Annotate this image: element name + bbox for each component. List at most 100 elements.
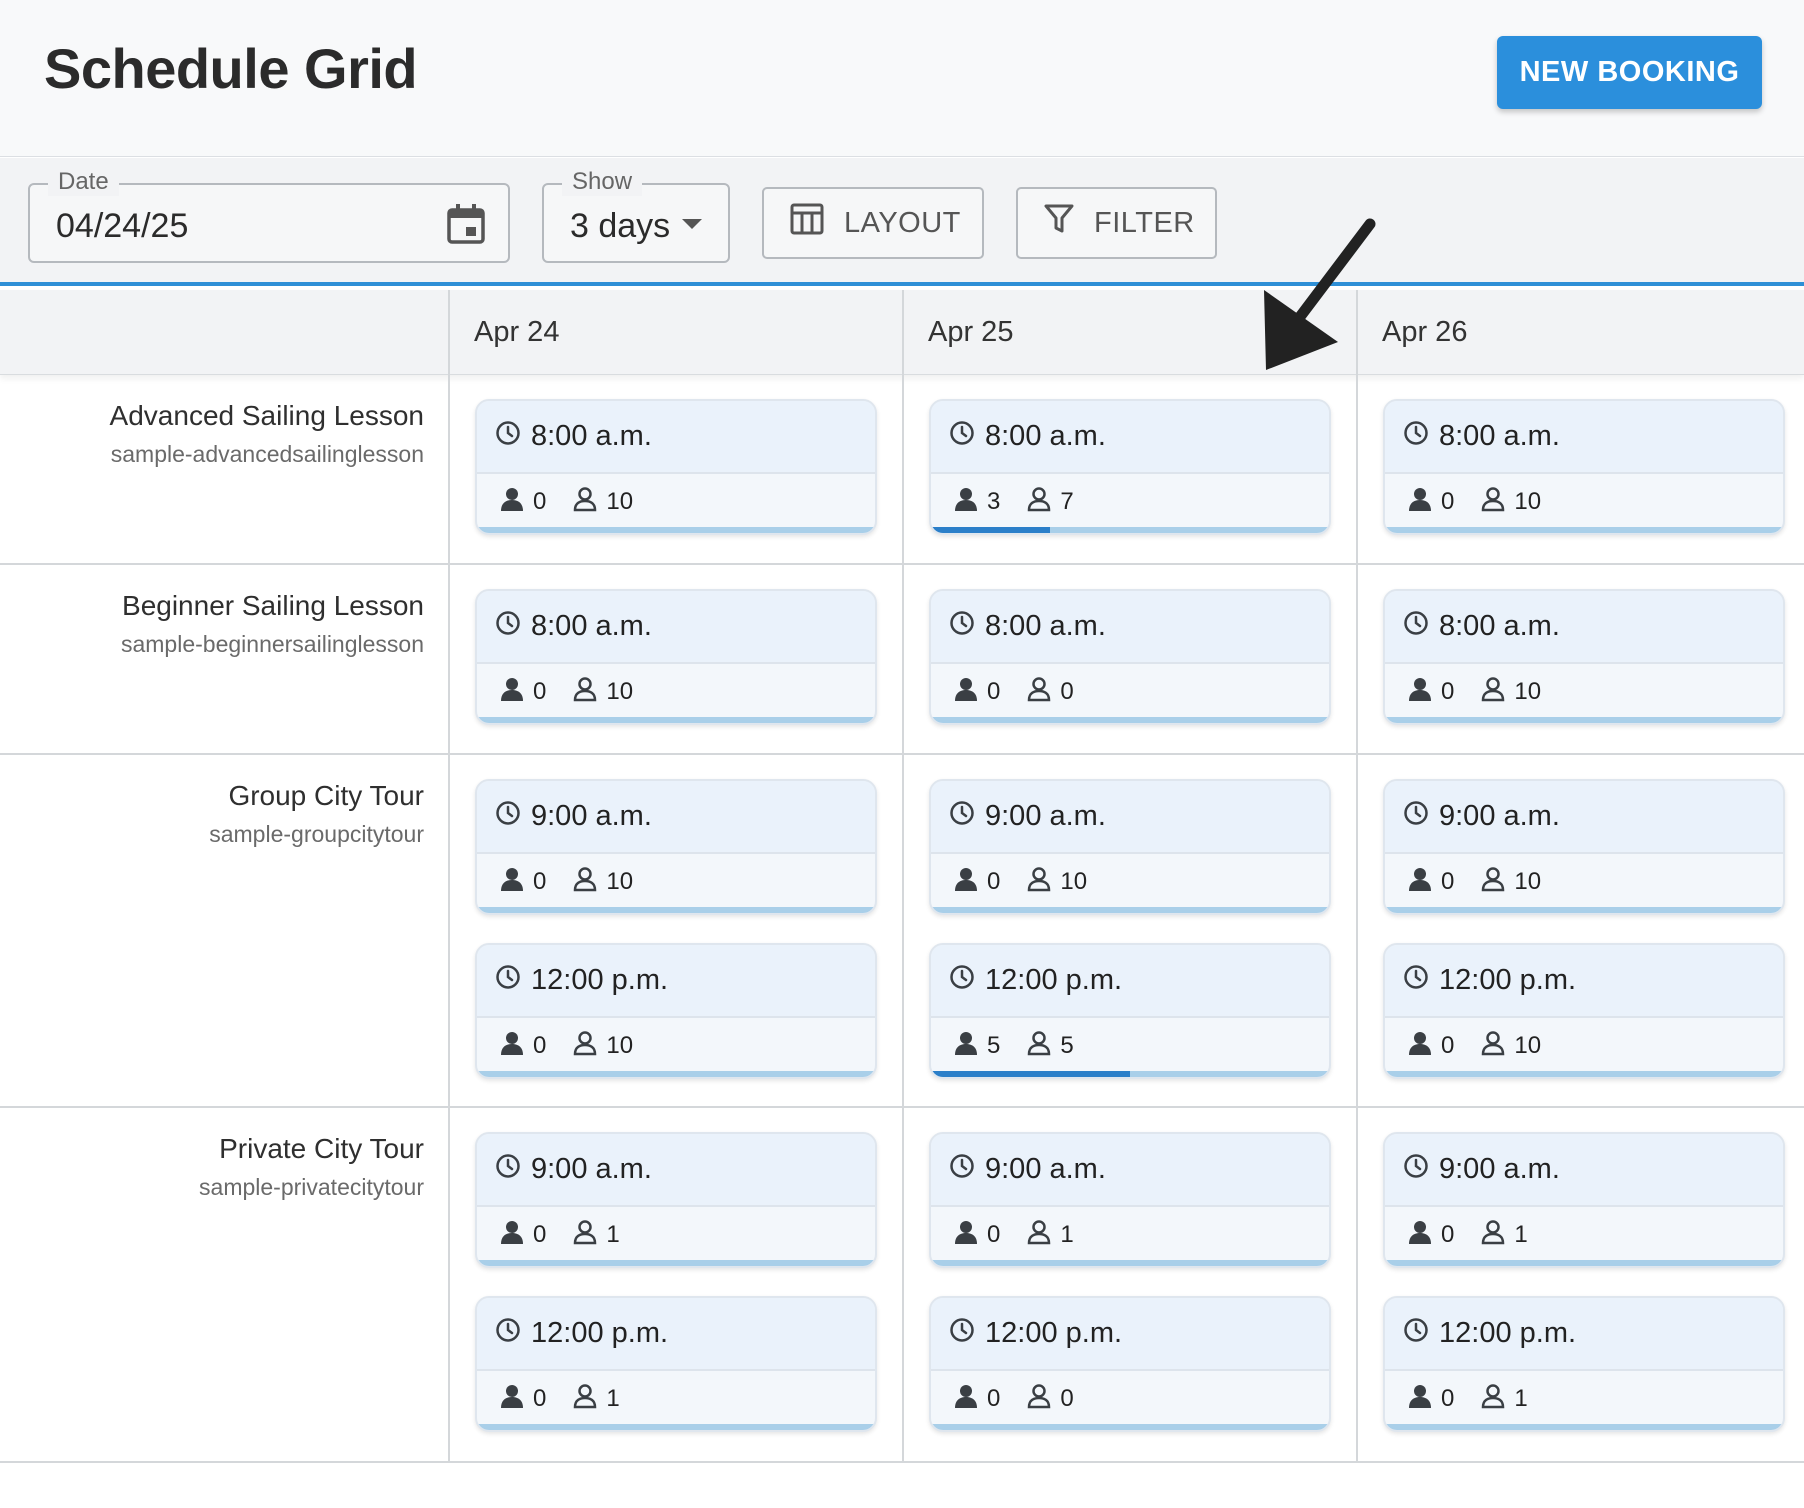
slot-time: 8:00 a.m. [1439, 420, 1560, 452]
slot-card[interactable]: 9:00 a.m. 0 1 [1383, 1132, 1785, 1268]
booked-count: 0 [953, 866, 1000, 899]
slot-capacity-row: 0 10 [931, 856, 1329, 908]
booked-count-value: 0 [987, 1221, 1001, 1248]
available-count-value: 1 [1060, 1221, 1074, 1248]
slot-time-row[interactable]: 9:00 a.m. [1385, 1134, 1783, 1207]
clock-icon [1403, 800, 1429, 834]
booked-count-value: 0 [1441, 1032, 1455, 1059]
slot-time-row[interactable]: 8:00 a.m. [477, 591, 875, 664]
layout-button[interactable]: LAYOUT [762, 187, 984, 259]
slot-time-row[interactable]: 12:00 p.m. [477, 945, 875, 1018]
slot-card[interactable]: 9:00 a.m. 0 10 [1383, 779, 1785, 915]
available-count-value: 1 [606, 1385, 620, 1412]
slot-time-row[interactable]: 8:00 a.m. [1385, 591, 1783, 664]
slot-card[interactable]: 8:00 a.m. 0 0 [929, 589, 1331, 725]
person-outline-icon [572, 866, 598, 899]
slot-capacity-row: 37 [931, 476, 1329, 528]
clock-icon [949, 964, 975, 998]
slot-card[interactable]: 12:00 p.m. 0 1 [1383, 1296, 1785, 1432]
slot-time-row[interactable]: 8:00 a.m. [931, 401, 1329, 474]
slot-time-row[interactable]: 9:00 a.m. [477, 1134, 875, 1207]
slot-time: 8:00 a.m. [531, 420, 652, 452]
capacity-progress-bar [477, 907, 875, 913]
capacity-progress-bar [1385, 1071, 1783, 1077]
person-outline-icon [1026, 1383, 1052, 1416]
slot-card[interactable]: 8:00 a.m. 3 7 [929, 399, 1331, 535]
available-count-value: 0 [1060, 1385, 1074, 1412]
person-filled-icon [1407, 676, 1433, 709]
slot-capacity-row: 0 10 [477, 856, 875, 908]
show-select-value[interactable]: 3 days [570, 207, 670, 246]
slot-time-row[interactable]: 9:00 a.m. [931, 1134, 1329, 1207]
slot-time: 9:00 a.m. [985, 800, 1106, 832]
person-outline-icon [1480, 486, 1506, 519]
available-count-value: 1 [606, 1221, 620, 1248]
slot-time-row[interactable]: 12:00 p.m. [1385, 945, 1783, 1018]
slot-time-row[interactable]: 8:00 a.m. [477, 401, 875, 474]
clock-icon [495, 800, 521, 834]
slot-card[interactable]: 12:00 p.m. 0 10 [475, 943, 877, 1079]
chevron-down-icon[interactable] [682, 219, 702, 229]
capacity-progress-bar [477, 1260, 875, 1266]
capacity-progress-bar [1385, 1260, 1783, 1266]
slot-card[interactable]: 8:00 a.m. 0 10 [1383, 399, 1785, 535]
slot-time-row[interactable]: 12:00 p.m. [931, 1298, 1329, 1371]
slot-time-row[interactable]: 9:00 a.m. [931, 781, 1329, 854]
date-field[interactable]: Date 04/24/25 [28, 168, 510, 263]
slot-card[interactable]: 9:00 a.m. 0 10 [929, 779, 1331, 915]
day-header-label: Apr 25 [928, 316, 1014, 348]
slot-card[interactable]: 8:00 a.m. 0 10 [1383, 589, 1785, 725]
product-slug: sample-privatecitytour [199, 1174, 424, 1200]
slot-time: 8:00 a.m. [531, 610, 652, 642]
slot-card[interactable]: 9:00 a.m. 0 1 [929, 1132, 1331, 1268]
available-count: 10 [1480, 676, 1541, 709]
slot-capacity-row: 0 10 [477, 666, 875, 718]
available-count: 10 [572, 866, 633, 899]
calendar-icon[interactable] [446, 203, 486, 245]
booked-count-value: 5 [987, 1032, 1001, 1059]
booked-count-value: 0 [987, 678, 1001, 705]
slot-time-row[interactable]: 9:00 a.m. [477, 781, 875, 854]
slot-time: 9:00 a.m. [531, 800, 652, 832]
capacity-progress-bar [931, 1424, 1329, 1430]
slot-time: 12:00 p.m. [1439, 964, 1577, 996]
available-count: 10 [1026, 866, 1087, 899]
slot-time-row[interactable]: 8:00 a.m. [931, 591, 1329, 664]
booked-count: 0 [499, 1383, 546, 1416]
available-count: 10 [1480, 1030, 1541, 1063]
capacity-progress-bar [931, 907, 1329, 913]
column-divider [448, 375, 450, 1463]
person-outline-icon [572, 1030, 598, 1063]
slot-time-row[interactable]: 12:00 p.m. [477, 1298, 875, 1371]
slot-capacity-row: 00 [931, 666, 1329, 718]
filter-button[interactable]: FILTER [1016, 187, 1217, 259]
clock-icon [1403, 1317, 1429, 1351]
slot-card[interactable]: 9:00 a.m. 0 10 [475, 779, 877, 915]
available-count: 10 [1480, 486, 1541, 519]
slot-card[interactable]: 8:00 a.m. 0 10 [475, 399, 877, 535]
slot-time-row[interactable]: 8:00 a.m. [1385, 401, 1783, 474]
grid-header: Apr 24 Apr 25 Apr 26 [0, 290, 1804, 375]
slot-card[interactable]: 9:00 a.m. 0 1 [475, 1132, 877, 1268]
slot-time-row[interactable]: 12:00 p.m. [931, 945, 1329, 1018]
product-name: Group City Tour [228, 780, 424, 811]
date-field-value[interactable]: 04/24/25 [56, 207, 188, 246]
slot-card[interactable]: 12:00 p.m. 0 1 [475, 1296, 877, 1432]
available-count-value: 10 [606, 1032, 634, 1059]
new-booking-button[interactable]: NEW BOOKING [1497, 36, 1762, 109]
slot-card[interactable]: 12:00 p.m. 0 0 [929, 1296, 1331, 1432]
slot-time-row[interactable]: 12:00 p.m. [1385, 1298, 1783, 1371]
available-count-value: 5 [1060, 1032, 1074, 1059]
slot-time-row[interactable]: 9:00 a.m. [1385, 781, 1783, 854]
product-name: Advanced Sailing Lesson [109, 400, 424, 431]
available-count: 7 [1026, 486, 1074, 519]
person-outline-icon [1026, 1219, 1052, 1252]
person-outline-icon [1480, 1383, 1506, 1416]
slot-card[interactable]: 12:00 p.m. 5 5 [929, 943, 1331, 1079]
show-select[interactable]: Show 3 days [542, 168, 730, 263]
booked-count: 0 [1407, 1219, 1454, 1252]
person-outline-icon [572, 1219, 598, 1252]
slot-card[interactable]: 12:00 p.m. 0 10 [1383, 943, 1785, 1079]
available-count-value: 10 [606, 868, 634, 895]
slot-card[interactable]: 8:00 a.m. 0 10 [475, 589, 877, 725]
